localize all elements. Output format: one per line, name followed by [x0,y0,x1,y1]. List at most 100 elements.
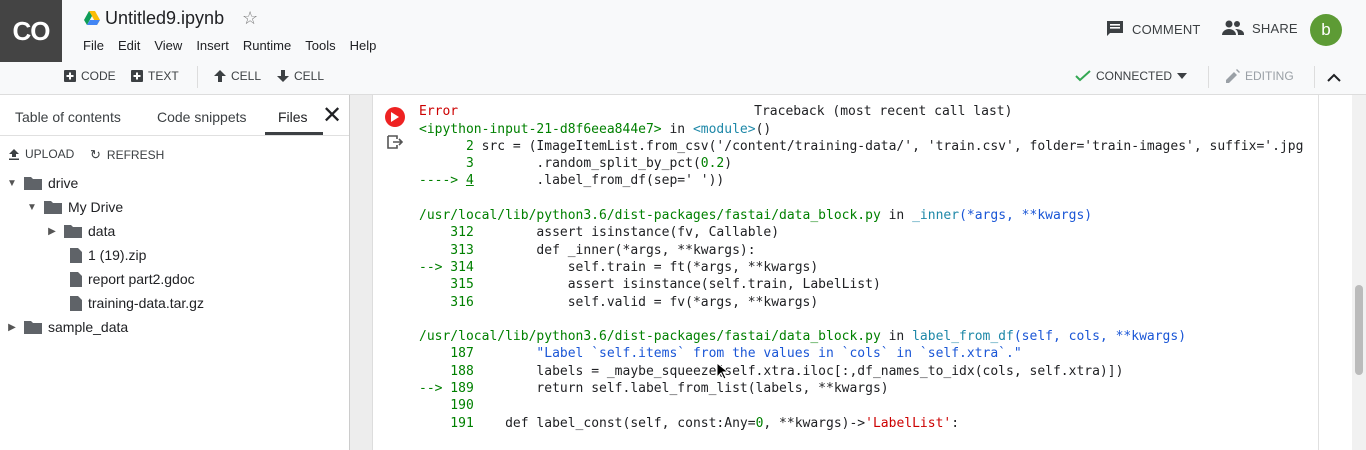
top-bar: CO Untitled9.ipynb ☆ File Edit View Inse… [0,0,1366,62]
traceback-output: ----------------------------------------… [419,95,1319,450]
sidebar: Table of contents Code snippets Files ✕ … [0,95,350,450]
caret-down-icon[interactable]: ▼ [26,202,38,213]
editing-status[interactable]: EDITING [1226,69,1294,83]
caret-right-icon[interactable]: ▶ [6,322,18,333]
line-number: 315 [419,277,474,293]
move-cell-down-label: CELL [294,69,325,83]
code-line: "Label `self.items` from the values in `… [473,346,1022,362]
mouse-cursor-icon [716,362,728,380]
tree-item-sample-data[interactable]: ▶ sample_data [6,317,128,337]
line-number: 3 [419,156,474,172]
menu-view[interactable]: View [154,38,182,53]
drive-icon [84,11,100,25]
people-icon [1222,20,1244,35]
folder-icon [24,321,42,334]
move-cell-up-button[interactable]: CELL [214,69,261,83]
sidebar-tabs: Table of contents Code snippets Files ✕ [0,95,349,136]
chevron-down-icon [1177,73,1188,79]
frame-args: (*args, **kwargs) [959,208,1093,224]
line-number[interactable]: 4 [466,173,474,188]
add-code-label: CODE [81,69,116,83]
connected-label: CONNECTED [1096,69,1173,83]
close-icon[interactable]: ✕ [322,101,342,130]
comment-icon [1107,21,1123,36]
menu-file[interactable]: File [83,38,104,53]
code-line: return self.label_from_list(labels, **kw… [473,381,889,397]
refresh-button[interactable]: ↻ REFRESH [90,147,164,163]
code-number: 0.2 [700,156,725,172]
frame-in: in [880,329,913,345]
tree-item-label: sample_data [48,319,129,335]
comment-label: COMMENT [1132,21,1201,37]
pane-divider[interactable] [350,95,372,450]
move-cell-down-button[interactable]: CELL [277,69,324,83]
tab-code-snippets[interactable]: Code snippets [157,109,247,125]
code-line: def label_const(self, const:Any= [473,415,756,431]
avatar[interactable]: b [1310,14,1342,46]
menu-bar: File Edit View Insert Runtime Tools Help [83,38,376,53]
pencil-icon [1226,69,1240,83]
tree-item-drive[interactable]: ▼ drive [6,173,78,193]
add-text-button[interactable]: TEXT [131,69,179,83]
code-line: ) [724,156,733,172]
share-button[interactable]: SHARE [1222,20,1298,36]
upload-button[interactable]: UPLOAD [9,147,74,161]
toolbar: CODE TEXT CELL CELL CONNECTED EDITING [0,62,1366,95]
code-line: labels = _maybe_squeeze(self.xtra.iloc[:… [473,363,1124,379]
upload-label: UPLOAD [25,147,75,161]
code-line: : [951,415,960,431]
editing-label: EDITING [1245,69,1294,83]
comment-button[interactable]: COMMENT [1106,20,1201,38]
line-number: --> 189 [419,381,474,397]
collapse-chevron-icon[interactable] [1327,73,1341,82]
frame-in: in [661,121,693,137]
add-code-button[interactable]: CODE [64,69,116,83]
code-line: assert isinstance(fv, Callable) [473,225,780,241]
line-number: 2 [419,138,474,154]
star-icon[interactable]: ☆ [242,8,258,29]
line-number: 188 [419,363,474,379]
output-actions-icon[interactable] [387,135,403,149]
notebook-title[interactable]: Untitled9.ipynb [105,8,224,29]
menu-runtime[interactable]: Runtime [243,38,291,53]
caret-right-icon[interactable]: ▶ [46,226,58,237]
scrollbar-thumb[interactable] [1355,285,1363,375]
line-number: 187 [419,346,474,362]
toolbar-divider [197,66,198,88]
code-string: 'LabelList' [865,415,952,431]
cell-right-border [1318,95,1319,450]
menu-insert[interactable]: Insert [196,38,229,53]
traceback-header: Traceback (most recent call last) [754,104,1013,120]
file-icon [70,295,82,311]
plus-icon [131,70,143,82]
run-cell-button[interactable] [385,107,405,127]
tree-item-gdoc[interactable]: report part2.gdoc [70,269,195,289]
folder-icon [64,225,82,238]
frame-module: <module> [692,121,756,137]
tree-item-targz[interactable]: training-data.tar.gz [70,293,204,313]
tree-item-data[interactable]: ▶ data [46,221,115,241]
connection-status[interactable]: CONNECTED [1075,69,1188,83]
plus-icon [64,70,76,82]
tree-item-my-drive[interactable]: ▼ My Drive [26,197,123,217]
frame-func: _inner [912,208,960,224]
code-line: assert isinstance(self.train, LabelList) [473,277,881,293]
frame-suffix: () [755,121,772,137]
menu-help[interactable]: Help [350,38,377,53]
caret-down-icon[interactable]: ▼ [6,178,18,189]
scrollbar[interactable] [1352,95,1366,450]
tab-table-of-contents[interactable]: Table of contents [15,109,121,125]
menu-tools[interactable]: Tools [305,38,335,53]
tree-item-label: 1 (19).zip [88,247,147,263]
line-number: 312 [419,225,474,241]
code-line: .label_from_df(sep=' ')) [473,173,725,189]
code-line: self.train = ft(*args, **kwargs) [473,259,819,275]
menu-edit[interactable]: Edit [118,38,140,53]
file-icon [70,247,82,263]
tree-item-zip[interactable]: 1 (19).zip [70,245,146,265]
notebook-cell-output: ----------------------------------------… [372,95,1366,450]
active-tab-indicator [265,132,323,135]
colab-logo[interactable]: CO [0,0,62,62]
tree-item-label: My Drive [68,199,124,215]
tab-files[interactable]: Files [278,109,308,125]
